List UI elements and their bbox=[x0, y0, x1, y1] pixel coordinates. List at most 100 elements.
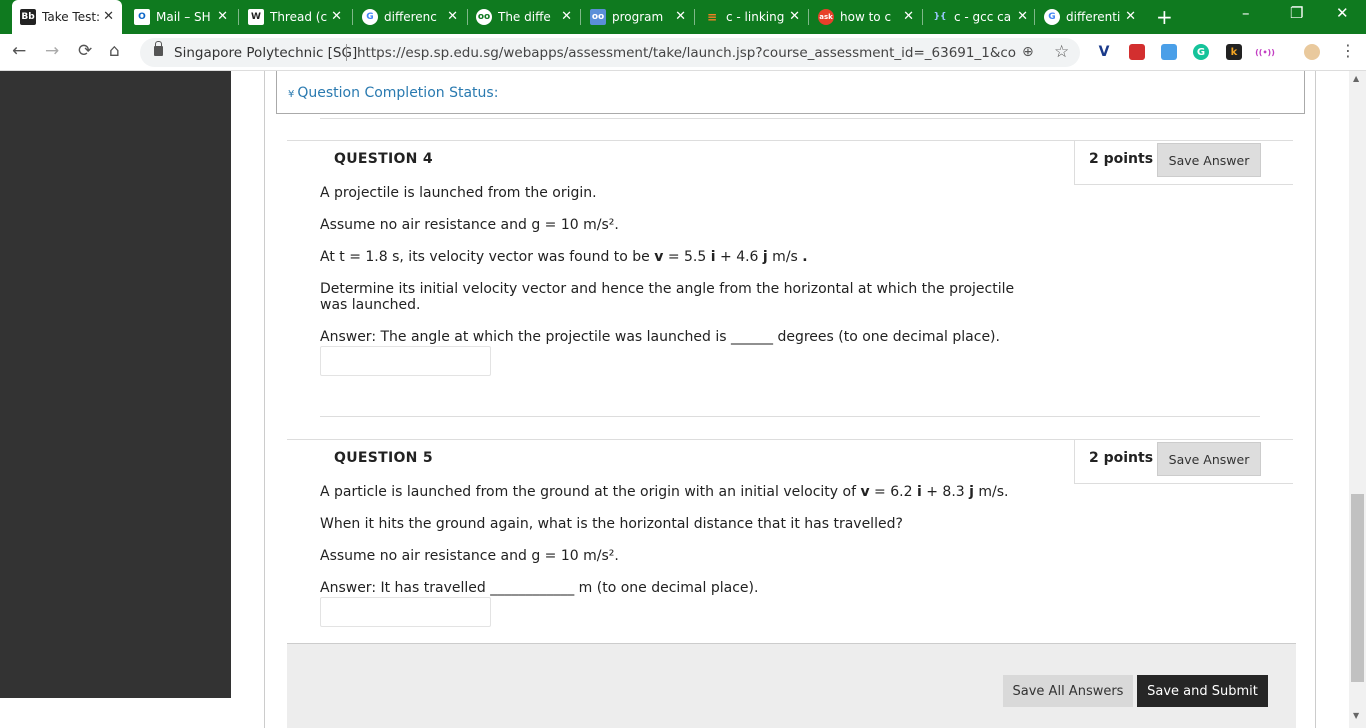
close-icon[interactable]: ✕ bbox=[447, 9, 458, 25]
tab-difference[interactable]: G differenc ✕ bbox=[354, 0, 466, 34]
tab-label: how to c bbox=[840, 10, 892, 24]
close-icon[interactable]: ✕ bbox=[789, 9, 800, 25]
minimize-icon[interactable]: – bbox=[1242, 4, 1250, 22]
question-text: A projectile is launched from the origin… bbox=[320, 185, 597, 201]
close-icon[interactable]: ✕ bbox=[1017, 9, 1028, 25]
vimeo-extension-icon[interactable]: V bbox=[1096, 44, 1112, 60]
blackboard-icon: Bb bbox=[20, 9, 36, 25]
tab-label: differenc bbox=[384, 10, 437, 24]
tab-label: Mail – SH bbox=[156, 10, 211, 24]
tab-mail[interactable]: O Mail – SH ✕ bbox=[126, 0, 236, 34]
more-menu-icon[interactable]: ⋮ bbox=[1340, 41, 1356, 60]
question-text: Assume no air resistance and g = 10 m/s²… bbox=[320, 217, 619, 233]
close-icon[interactable]: ✕ bbox=[561, 9, 572, 25]
save-and-submit-button[interactable]: Save and Submit bbox=[1137, 675, 1268, 707]
answer-input[interactable] bbox=[320, 346, 491, 376]
page-content: ¥ Question Completion Status: QUESTION 4 … bbox=[0, 71, 1366, 728]
window-extension-icon[interactable] bbox=[1161, 44, 1177, 60]
browser-toolbar: ← → ⟳ ⌂ Singapore Polytechnic [SG] https… bbox=[0, 34, 1366, 71]
tab-label: program bbox=[612, 10, 664, 24]
tab-separator bbox=[580, 9, 581, 25]
restore-icon[interactable]: ❐ bbox=[1290, 4, 1303, 22]
points-label: 2 points bbox=[1089, 151, 1154, 167]
close-icon[interactable]: ✕ bbox=[331, 9, 342, 25]
window-close-icon[interactable]: ✕ bbox=[1336, 4, 1349, 22]
bookmark-extension-icon[interactable] bbox=[1129, 44, 1145, 60]
tab-gcc[interactable]: }{ c - gcc ca ✕ bbox=[924, 0, 1036, 34]
url-text[interactable]: https://esp.sp.edu.sg/webapps/assessment… bbox=[357, 45, 1017, 61]
outlook-icon: O bbox=[134, 9, 150, 25]
left-sidebar-panel bbox=[0, 71, 231, 698]
close-icon[interactable]: ✕ bbox=[217, 9, 228, 25]
chevron-down-icon: ¥ bbox=[288, 89, 295, 100]
close-icon[interactable]: ✕ bbox=[903, 9, 914, 25]
tab-strip: Bb Take Test: ✕ O Mail – SH ✕ W Thread (… bbox=[0, 0, 1366, 34]
back-icon[interactable]: ← bbox=[12, 41, 26, 61]
completion-status-toggle[interactable]: ¥ Question Completion Status: bbox=[288, 85, 498, 101]
reload-icon[interactable]: ⟳ bbox=[78, 41, 92, 61]
ask-icon: ask bbox=[818, 9, 834, 25]
question-title: QUESTION 4 bbox=[334, 151, 433, 167]
owl-icon: oo bbox=[476, 9, 492, 25]
new-tab-button[interactable]: + bbox=[1156, 5, 1173, 29]
avatar[interactable] bbox=[1304, 44, 1320, 60]
question-text: Determine its initial velocity vector an… bbox=[320, 281, 1015, 313]
url-separator bbox=[346, 44, 347, 61]
lock-icon bbox=[154, 41, 163, 56]
content-border-right bbox=[1315, 71, 1316, 728]
google-icon: G bbox=[362, 9, 378, 25]
tab-thread[interactable]: W Thread (c ✕ bbox=[240, 0, 350, 34]
divider bbox=[320, 118, 1260, 119]
question-text: When it hits the ground again, what is t… bbox=[320, 516, 903, 532]
points-label: 2 points bbox=[1089, 450, 1154, 466]
submit-area: Save All Answers Save and Submit bbox=[287, 643, 1296, 728]
k-extension-icon[interactable]: k bbox=[1226, 44, 1242, 60]
save-answer-button[interactable]: Save Answer bbox=[1157, 442, 1261, 476]
close-icon[interactable]: ✕ bbox=[103, 9, 114, 25]
scroll-down-icon[interactable]: ▼ bbox=[1353, 711, 1359, 720]
scrollbar[interactable]: ▲ ▼ bbox=[1349, 71, 1366, 728]
completion-status-label: Question Completion Status: bbox=[297, 85, 499, 101]
tab-label: c - gcc ca bbox=[954, 10, 1012, 24]
address-bar[interactable]: Singapore Polytechnic [SG] https://esp.s… bbox=[140, 38, 1080, 67]
tab-separator bbox=[808, 9, 809, 25]
bookmark-star-icon[interactable]: ☆ bbox=[1054, 42, 1069, 62]
stackexchange-icon: }{ bbox=[933, 12, 947, 22]
save-all-answers-button[interactable]: Save All Answers bbox=[1003, 675, 1133, 707]
completion-status-box: ¥ Question Completion Status: bbox=[276, 71, 1305, 114]
tab-differentiate[interactable]: G differenti ✕ bbox=[1036, 0, 1144, 34]
grammarly-icon[interactable]: G bbox=[1193, 44, 1209, 60]
content-border-left bbox=[264, 71, 265, 728]
scroll-up-icon[interactable]: ▲ bbox=[1353, 74, 1359, 83]
tab-label: The diffe bbox=[498, 10, 551, 24]
site-identity[interactable]: Singapore Polytechnic [SG] bbox=[174, 45, 357, 61]
question-text: Answer: The angle at which the projectil… bbox=[320, 329, 1000, 345]
tab-separator bbox=[694, 9, 695, 25]
points-panel: 2 points Save Answer bbox=[1074, 140, 1293, 185]
tab-how-to[interactable]: ask how to c ✕ bbox=[810, 0, 922, 34]
save-answer-button[interactable]: Save Answer bbox=[1157, 143, 1261, 177]
question-text: At t = 1.8 s, its velocity vector was fo… bbox=[320, 249, 808, 265]
tab-take-test[interactable]: Bb Take Test: ✕ bbox=[12, 0, 122, 34]
scrollbar-thumb[interactable] bbox=[1351, 494, 1364, 682]
close-icon[interactable]: ✕ bbox=[1125, 9, 1136, 25]
wikipedia-icon: W bbox=[248, 9, 264, 25]
divider bbox=[320, 416, 1260, 417]
tab-separator bbox=[238, 9, 239, 25]
close-icon[interactable]: ✕ bbox=[675, 9, 686, 25]
zoom-icon[interactable]: ⊕ bbox=[1022, 44, 1034, 60]
tab-the-diff[interactable]: oo The diffe ✕ bbox=[468, 0, 580, 34]
tab-label: differenti bbox=[1066, 10, 1121, 24]
forward-icon[interactable]: → bbox=[45, 41, 59, 61]
tab-label: Take Test: bbox=[42, 10, 101, 24]
tab-label: c - linking bbox=[726, 10, 785, 24]
home-icon[interactable]: ⌂ bbox=[109, 41, 120, 61]
tab-separator bbox=[922, 9, 923, 25]
answer-input[interactable] bbox=[320, 597, 491, 627]
tab-program[interactable]: oo program ✕ bbox=[582, 0, 694, 34]
question-title: QUESTION 5 bbox=[334, 450, 433, 466]
question-text: Answer: It has travelled ____________ m … bbox=[320, 580, 759, 596]
tab-c-linking[interactable]: ≡ c - linking ✕ bbox=[696, 0, 808, 34]
broadcast-extension-icon[interactable]: ((•)) bbox=[1255, 44, 1275, 60]
tab-label: Thread (c bbox=[270, 10, 328, 24]
